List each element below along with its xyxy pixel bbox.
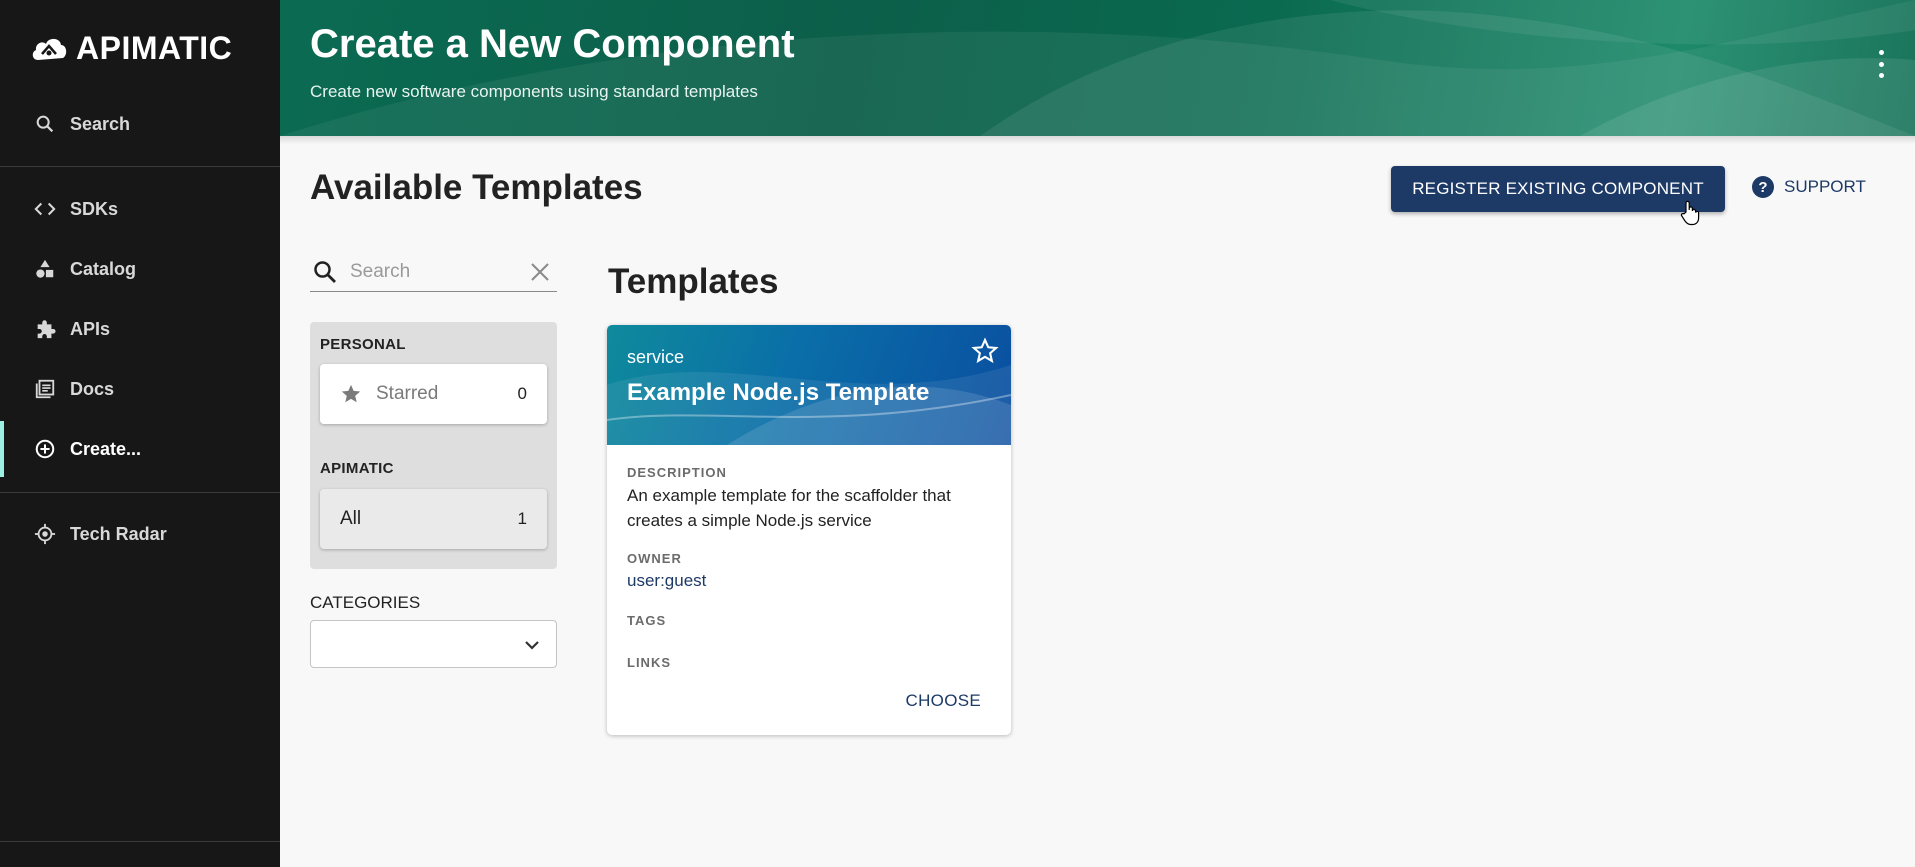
- filter-all[interactable]: All 1: [320, 489, 547, 549]
- page-subtitle: Create new software components using sta…: [310, 82, 758, 101]
- more-options-icon[interactable]: [1875, 50, 1887, 78]
- sidebar-item-tech-radar[interactable]: Tech Radar: [0, 506, 280, 562]
- template-search: [310, 252, 557, 292]
- logo[interactable]: APIMATIC: [30, 30, 232, 67]
- sidebar-divider: [0, 841, 280, 842]
- sidebar-item-label: Search: [70, 113, 131, 134]
- code-icon: [34, 202, 56, 216]
- apimatic-logo-icon: [32, 38, 67, 60]
- sidebar-item-label: Tech Radar: [70, 523, 167, 544]
- filter-starred-label: Starred: [376, 383, 439, 404]
- tags-label: TAGS: [627, 613, 667, 628]
- search-input[interactable]: [350, 260, 520, 283]
- star-outline-icon[interactable]: [971, 337, 999, 365]
- template-type: service: [627, 347, 685, 367]
- template-card-header: service Example Node.js Template: [607, 325, 1011, 445]
- search-icon: [314, 260, 336, 283]
- filter-starred[interactable]: Starred 0: [320, 364, 547, 424]
- page-header: Create a New Component Create new softwa…: [280, 0, 1915, 136]
- chevron-down-icon: [525, 641, 539, 650]
- categories-select[interactable]: [310, 620, 557, 668]
- filter-starred-count: 0: [517, 384, 527, 403]
- sidebar-item-label: Create...: [70, 438, 142, 459]
- sidebar-item-create[interactable]: Create...: [0, 421, 280, 477]
- sidebar-item-search[interactable]: Search: [0, 96, 280, 152]
- page-title: Create a New Component: [310, 22, 795, 66]
- support-label: SUPPORT: [1784, 177, 1866, 196]
- register-existing-component-button[interactable]: REGISTER EXISTING COMPONENT: [1391, 166, 1725, 212]
- hand-cursor-icon: [1680, 200, 1700, 226]
- template-description: An example template for the scaffolder t…: [627, 486, 951, 530]
- sidebar-item-label: SDKs: [70, 198, 119, 219]
- search-icon: [36, 115, 54, 133]
- templates-title: Templates: [608, 262, 779, 301]
- categories-label: CATEGORIES: [310, 593, 421, 612]
- header-shadow: [280, 136, 1915, 144]
- help-icon: ?: [1752, 176, 1774, 198]
- description-label: DESCRIPTION: [627, 465, 727, 480]
- sidebar-item-label: Catalog: [70, 258, 137, 279]
- section-title: Available Templates: [310, 168, 643, 207]
- org-group-label: APIMATIC: [320, 460, 394, 477]
- links-label: LINKS: [627, 655, 671, 670]
- template-title: Example Node.js Template: [627, 379, 930, 406]
- template-card: service Example Node.js Template DESCRIP…: [607, 325, 1011, 735]
- filter-all-label: All: [340, 508, 362, 529]
- clear-icon[interactable]: [529, 261, 551, 283]
- template-owner-link[interactable]: user:guest: [627, 571, 706, 591]
- sidebar: APIMATIC Search SDKs Catalog APIs Docs C…: [0, 0, 280, 867]
- docs-icon: [35, 379, 55, 399]
- puzzle-icon: [37, 320, 56, 339]
- sidebar-item-docs[interactable]: Docs: [0, 361, 280, 417]
- personal-group-label: PERSONAL: [320, 336, 406, 353]
- catalog-icon: [36, 259, 54, 278]
- sidebar-divider: [0, 492, 280, 493]
- owner-filter-panel: PERSONAL Starred 0 APIMATIC All 1: [310, 322, 557, 569]
- radar-icon: [34, 523, 56, 545]
- star-icon: [341, 384, 361, 403]
- filter-all-count: 1: [517, 509, 527, 528]
- sidebar-item-apis[interactable]: APIs: [0, 301, 280, 357]
- choose-button[interactable]: CHOOSE: [906, 691, 981, 711]
- support-button[interactable]: ? SUPPORT: [1752, 176, 1866, 198]
- header-wave-decoration: [280, 0, 1915, 136]
- add-circle-icon: [35, 439, 55, 459]
- sidebar-divider: [0, 166, 280, 167]
- owner-label: OWNER: [627, 551, 682, 566]
- sidebar-item-catalog[interactable]: Catalog: [0, 241, 280, 297]
- logo-text: APIMATIC: [76, 30, 233, 66]
- sidebar-item-label: Docs: [70, 378, 115, 399]
- sidebar-item-label: APIs: [70, 318, 111, 339]
- sidebar-item-sdks[interactable]: SDKs: [0, 181, 280, 237]
